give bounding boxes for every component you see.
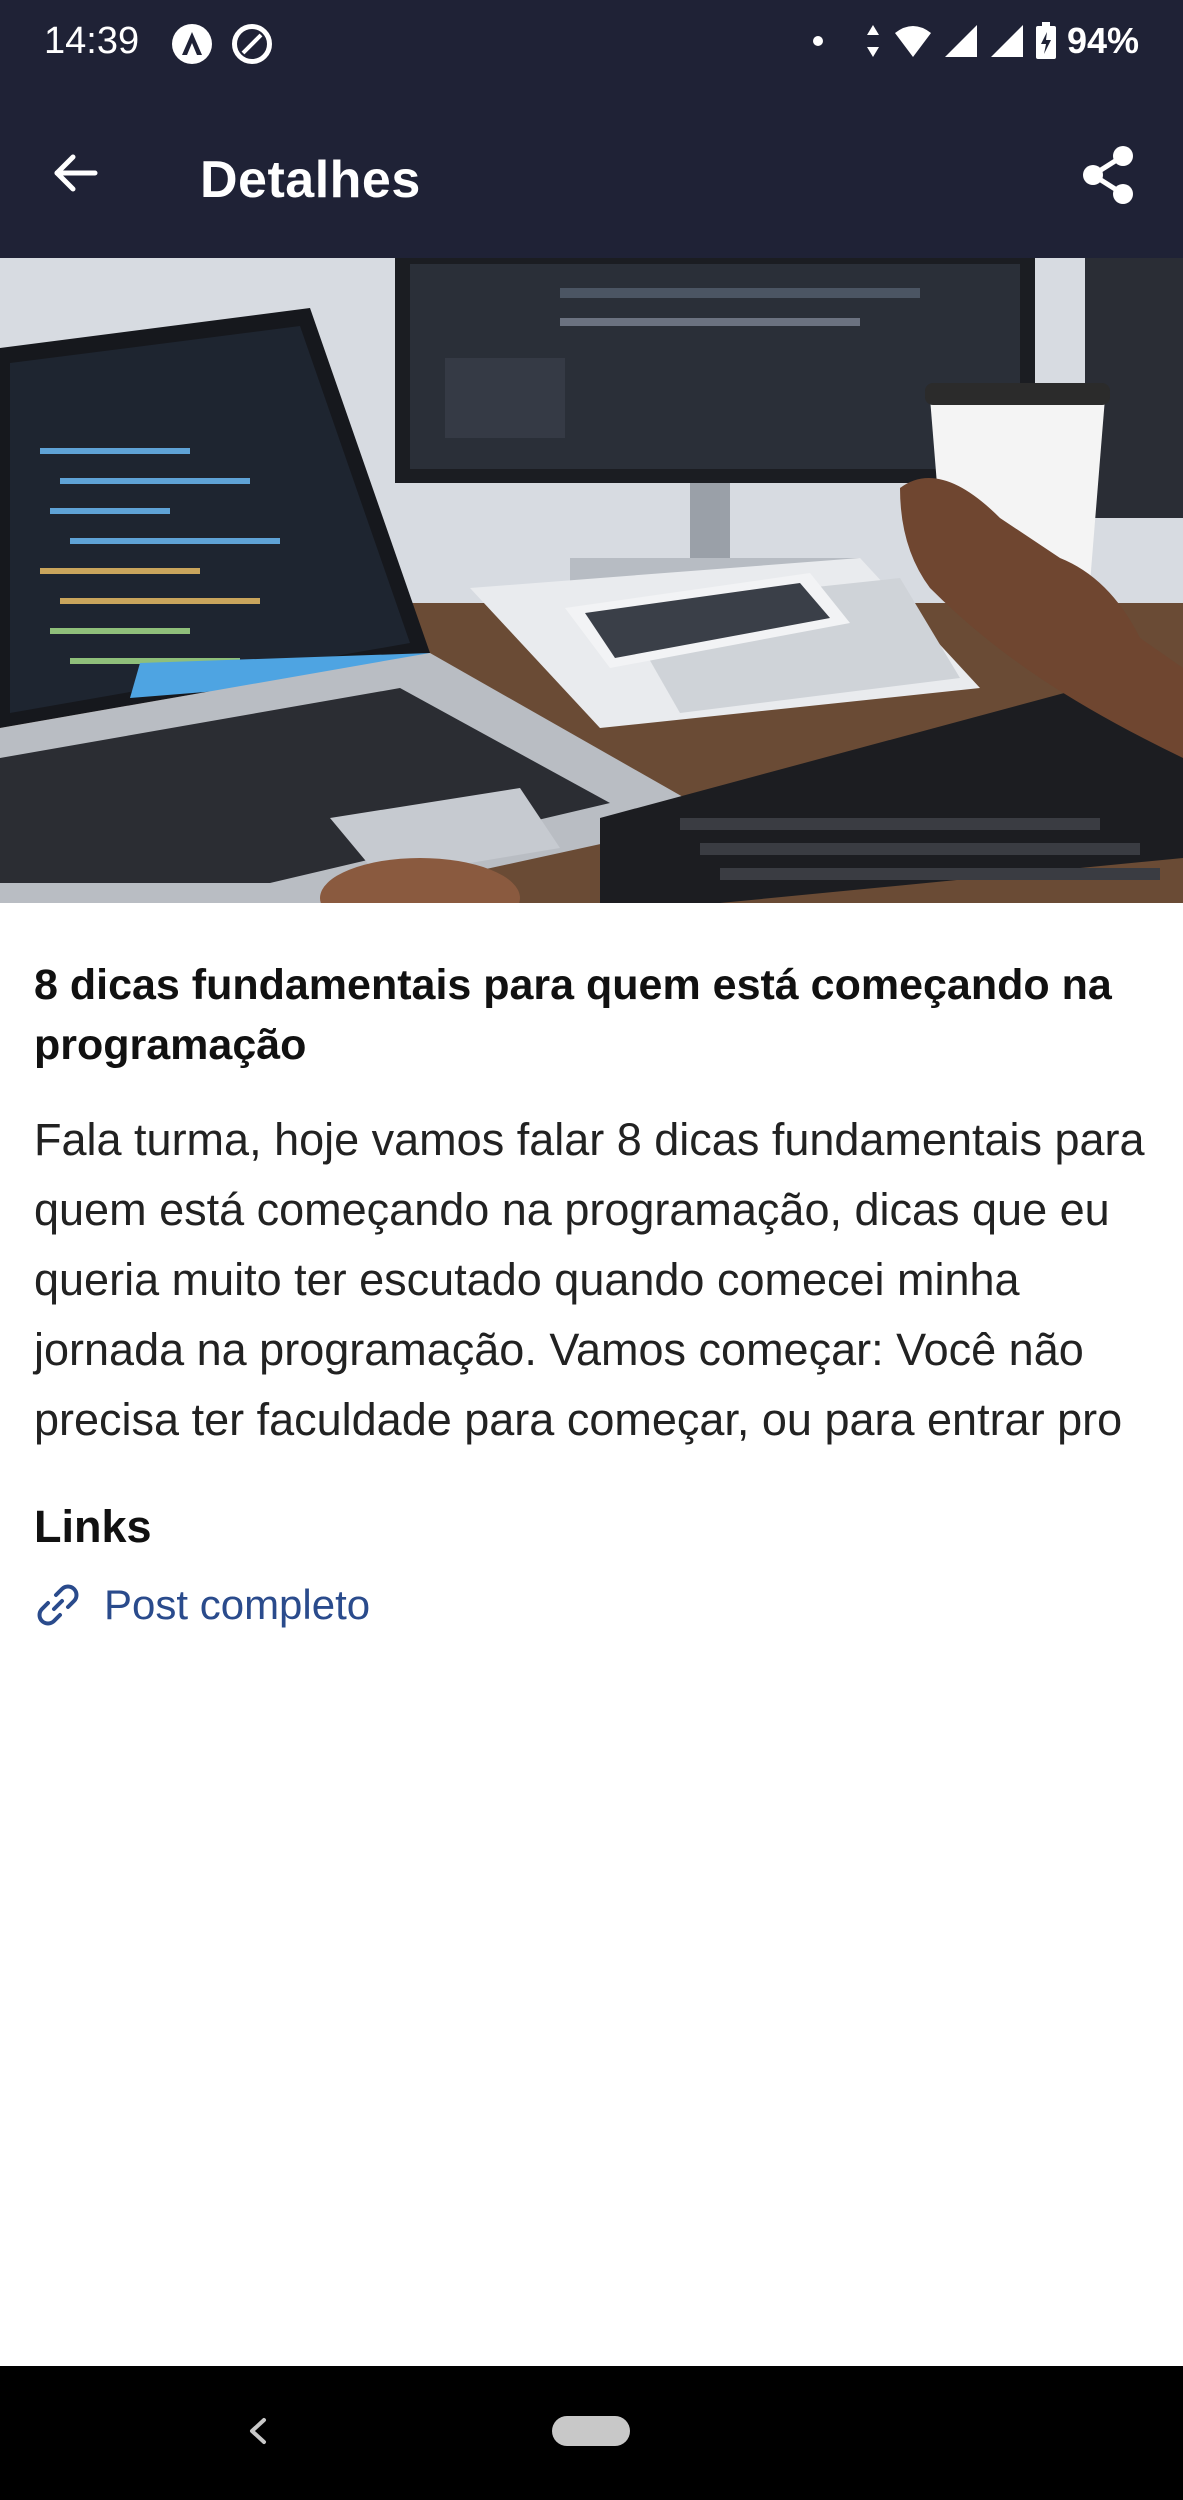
status-indicators: 94% xyxy=(812,20,1139,62)
home-pill-icon[interactable] xyxy=(552,2416,630,2446)
hero-illustration xyxy=(0,258,1183,903)
link-label: Post completo xyxy=(104,1581,371,1628)
hero-image xyxy=(0,258,1183,903)
link-post-completo[interactable]: Post completo xyxy=(34,1581,1149,1629)
system-nav-bar xyxy=(0,2366,1183,2500)
page-title: Detalhes xyxy=(200,151,421,209)
signal-icon xyxy=(944,25,977,57)
post-content: 8 dicas fundamentais para quem está come… xyxy=(34,955,1149,1629)
back-button[interactable] xyxy=(40,138,110,208)
status-time: 14:39 xyxy=(44,20,140,62)
nav-back-button[interactable] xyxy=(238,2406,278,2456)
nav-back-icon xyxy=(250,2418,266,2444)
share-icon xyxy=(1083,146,1133,204)
links-heading: Links xyxy=(34,1501,152,1552)
dnd-icon xyxy=(232,24,272,64)
wifi-icon xyxy=(894,26,931,57)
battery-percent: 94% xyxy=(1066,20,1139,61)
battery-icon xyxy=(1035,22,1056,59)
notification-dot xyxy=(812,36,823,46)
link-icon xyxy=(37,1584,79,1626)
app-bar: Detalhes xyxy=(0,88,1183,258)
status-bar: 14:39 94% xyxy=(0,0,1183,88)
signal-icon xyxy=(990,25,1023,57)
arrow-left-icon xyxy=(54,154,98,192)
post-body: Fala turma, hoje vamos falar 8 dicas fun… xyxy=(34,1114,1145,1445)
angular-icon xyxy=(172,24,212,64)
data-arrows-icon xyxy=(866,25,879,57)
post-title: 8 dicas fundamentais para quem está come… xyxy=(34,961,1112,1069)
share-button[interactable] xyxy=(1073,140,1143,210)
